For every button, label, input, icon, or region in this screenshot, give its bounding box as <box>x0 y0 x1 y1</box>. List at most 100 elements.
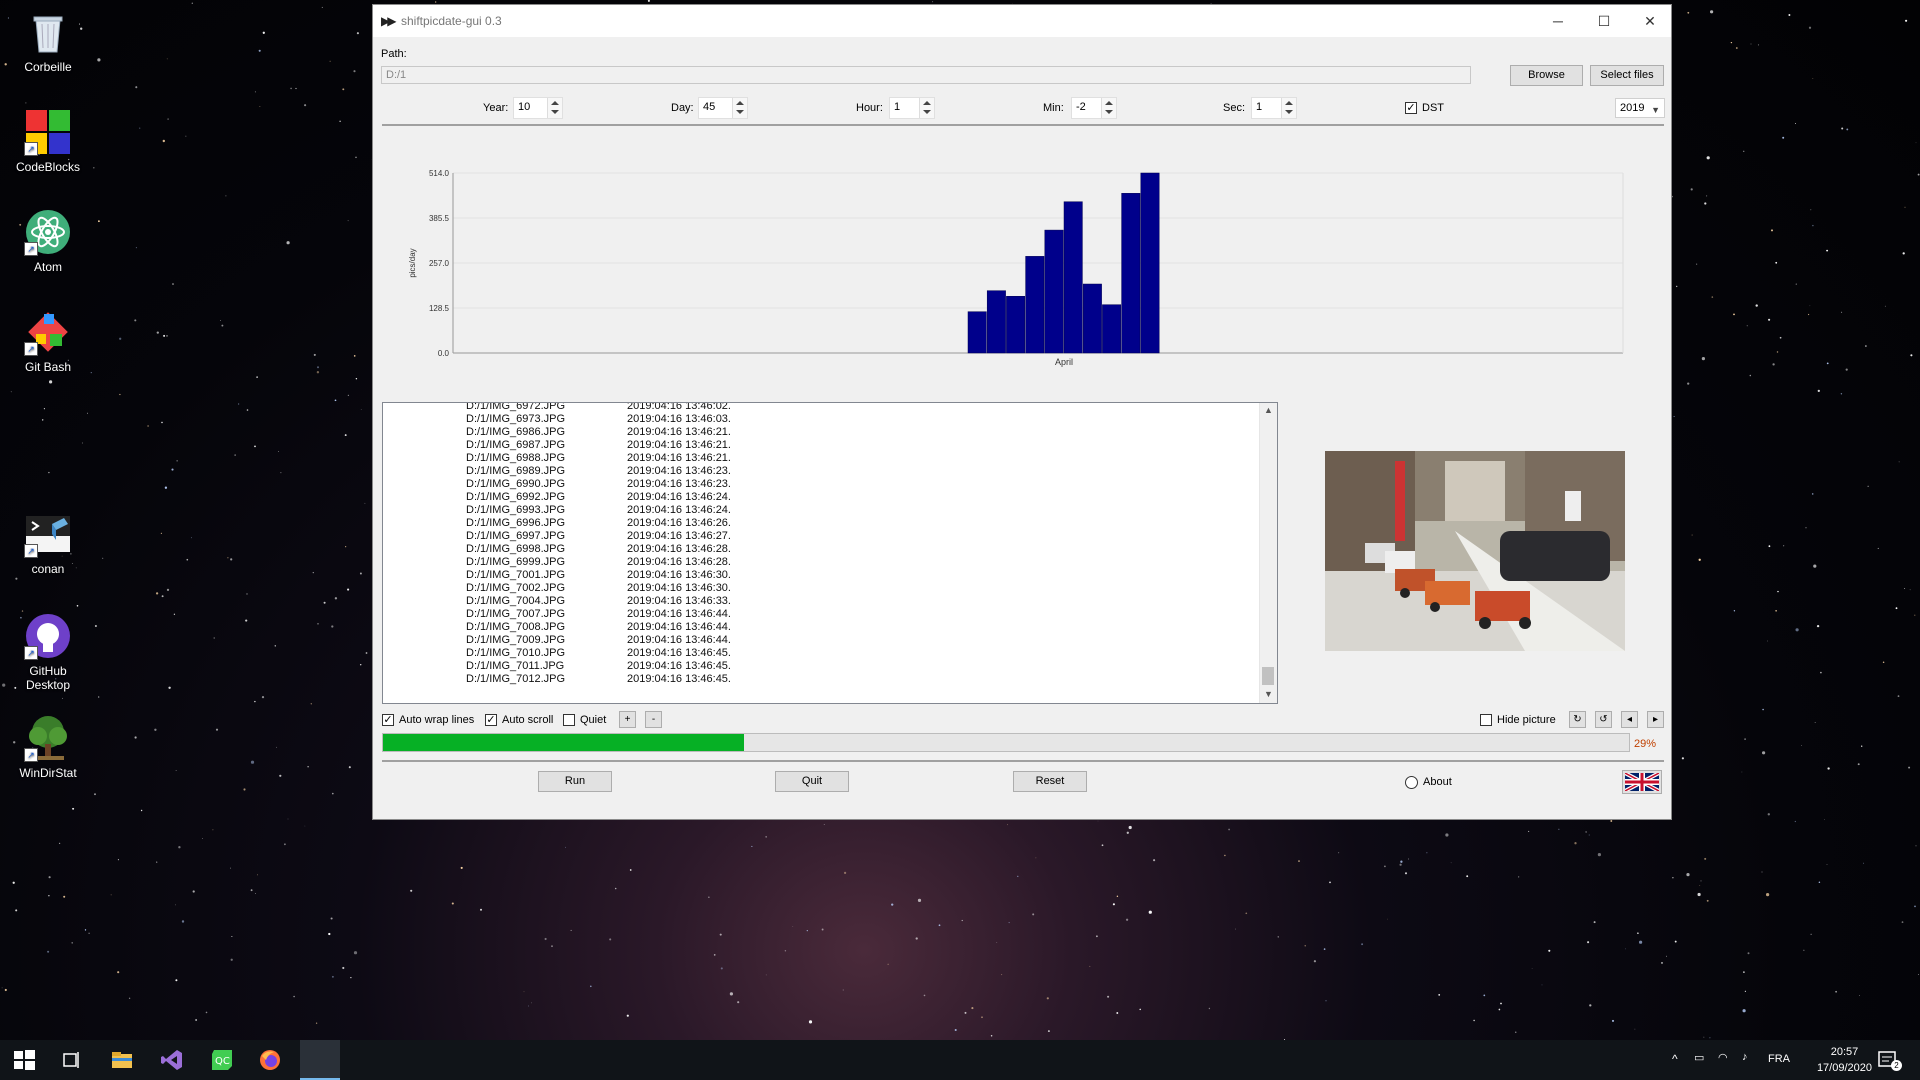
star <box>246 593 248 595</box>
visual-studio-icon[interactable] <box>160 1048 184 1072</box>
star <box>961 919 963 922</box>
desktop-icon-git-bash[interactable]: ↗ Git Bash <box>8 308 88 374</box>
log-output[interactable]: D:/1/IMG_7012.JPG 2019:04:16 13:46:45. D:/… <box>382 402 1278 704</box>
rotate-right-icon[interactable]: ↻ <box>1569 711 1586 728</box>
spin-up-icon[interactable] <box>1105 101 1113 105</box>
desktop-icon-conan[interactable]: ↗ conan <box>8 510 88 576</box>
spin-down-icon[interactable] <box>736 110 744 114</box>
star <box>173 613 176 615</box>
file-explorer-icon[interactable] <box>110 1048 134 1072</box>
desktop-icon-codeblocks[interactable]: ↗ CodeBlocks <box>8 108 88 174</box>
spin-up-icon[interactable] <box>736 101 744 105</box>
star <box>1323 948 1326 950</box>
log-date: 2019:04:16 13:46:44. <box>627 621 731 633</box>
day-spinbox[interactable]: 45 <box>698 97 748 119</box>
spin-arrows[interactable] <box>1281 98 1296 118</box>
desktop-icon-atom[interactable]: ↗ Atom <box>8 208 88 274</box>
minimize-button[interactable]: ─ <box>1535 5 1581 37</box>
year-spinbox[interactable]: 10 <box>513 97 563 119</box>
star <box>86 412 88 414</box>
scrollbar-thumb[interactable] <box>1262 667 1274 685</box>
star <box>41 419 44 421</box>
spin-down-icon[interactable] <box>1105 110 1113 114</box>
notification-center-icon[interactable]: 2 <box>1876 1048 1902 1072</box>
star <box>287 818 289 820</box>
spin-up-icon[interactable] <box>923 101 931 105</box>
path-input[interactable] <box>381 66 1471 84</box>
spin-down-icon[interactable] <box>551 110 559 114</box>
star <box>1338 852 1340 854</box>
font-increase-button[interactable]: + <box>619 711 636 728</box>
auto-wrap-checkbox[interactable]: ✓ <box>382 714 394 726</box>
task-view-icon[interactable] <box>60 1048 84 1072</box>
spin-arrows[interactable] <box>1101 98 1116 118</box>
close-button[interactable]: ✕ <box>1627 5 1673 37</box>
previous-picture-icon[interactable]: ◂ <box>1621 711 1638 728</box>
spin-up-icon[interactable] <box>551 101 559 105</box>
star <box>570 929 572 931</box>
firefox-icon[interactable] <box>258 1048 282 1072</box>
spin-arrows[interactable] <box>919 98 934 118</box>
star <box>1794 820 1796 823</box>
star <box>1744 738 1746 740</box>
star <box>1775 610 1777 612</box>
rotate-left-icon[interactable]: ↺ <box>1595 711 1612 728</box>
star <box>1766 893 1770 897</box>
language-button[interactable] <box>1622 770 1662 794</box>
star <box>171 468 174 471</box>
star <box>792 925 794 927</box>
year-select[interactable]: 2019 ▼ <box>1615 98 1665 118</box>
desktop-icon-github-desktop[interactable]: ↗ GitHub Desktop <box>8 612 88 692</box>
star <box>1208 1007 1211 1010</box>
sec-spinbox[interactable]: 1 <box>1251 97 1297 119</box>
star <box>250 760 255 764</box>
dst-label: DST <box>1422 102 1444 114</box>
font-decrease-button[interactable]: - <box>645 711 662 728</box>
select-files-button[interactable]: Select files <box>1590 65 1664 86</box>
star <box>1808 26 1812 29</box>
desktop-icon-windirstat[interactable]: ↗ WinDirStat <box>8 714 88 780</box>
spin-arrows[interactable] <box>547 98 562 118</box>
hour-spinbox[interactable]: 1 <box>889 97 935 119</box>
about-radio[interactable] <box>1405 776 1418 789</box>
chevron-up-icon[interactable]: ^ <box>1672 1052 1678 1066</box>
spin-arrows[interactable] <box>732 98 747 118</box>
star <box>316 371 320 374</box>
star <box>178 846 181 849</box>
star <box>1148 910 1152 914</box>
title-bar[interactable]: ▶▶ shiftpicdate-gui 0.3 ─ ☐ ✕ <box>373 5 1671 37</box>
bar <box>1082 283 1102 354</box>
python-app-taskbar-item[interactable] <box>300 1040 340 1080</box>
star <box>323 601 326 604</box>
spin-up-icon[interactable] <box>1285 101 1293 105</box>
wifi-icon[interactable]: ◠ <box>1718 1051 1728 1064</box>
run-button[interactable]: Run <box>538 771 612 792</box>
clock[interactable]: 20:57 17/09/2020 <box>1817 1044 1872 1076</box>
spin-down-icon[interactable] <box>923 110 931 114</box>
log-file: D:/1/IMG_6990.JPG <box>466 478 566 490</box>
scroll-down-icon[interactable]: ▼ <box>1264 689 1273 699</box>
log-scrollbar[interactable]: ▲ ▼ <box>1259 403 1277 703</box>
maximize-button[interactable]: ☐ <box>1581 5 1627 37</box>
browse-button[interactable]: Browse <box>1510 65 1583 86</box>
bar <box>1025 256 1045 354</box>
start-icon[interactable] <box>12 1048 36 1072</box>
hide-picture-checkbox[interactable] <box>1480 714 1492 726</box>
battery-icon[interactable]: ▭ <box>1694 1051 1704 1064</box>
volume-icon[interactable]: ♪ <box>1742 1051 1748 1063</box>
next-picture-icon[interactable]: ▸ <box>1647 711 1664 728</box>
language-indicator[interactable]: FRA <box>1768 1053 1790 1065</box>
reset-button[interactable]: Reset <box>1013 771 1087 792</box>
scroll-up-icon[interactable]: ▲ <box>1264 405 1273 415</box>
dst-checkbox[interactable]: ✓ <box>1405 102 1417 114</box>
desktop-icon-corbeille[interactable]: Corbeille <box>8 8 88 74</box>
quit-button[interactable]: Quit <box>775 771 849 792</box>
log-date: 2019:04:16 13:46:24. <box>627 491 731 503</box>
quiet-checkbox[interactable] <box>563 714 575 726</box>
qt-creator-icon[interactable]: QC <box>210 1048 234 1072</box>
star <box>10 391 12 393</box>
spin-down-icon[interactable] <box>1285 110 1293 114</box>
min-spinbox[interactable]: -2 <box>1071 97 1117 119</box>
star <box>238 403 240 405</box>
auto-scroll-checkbox[interactable]: ✓ <box>485 714 497 726</box>
